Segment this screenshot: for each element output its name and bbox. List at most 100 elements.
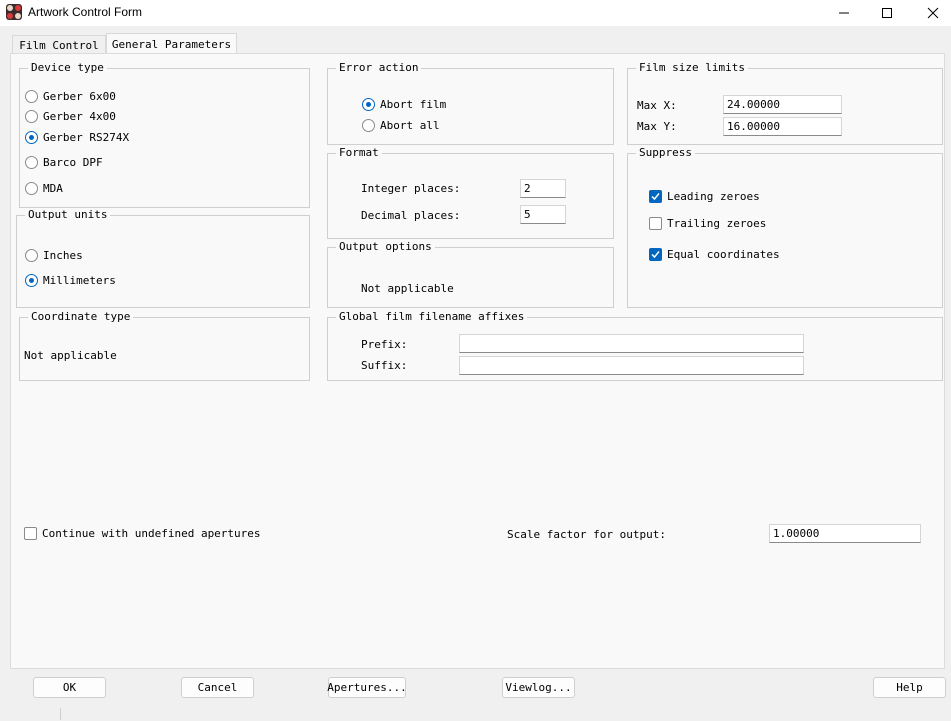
radio-label: Abort film	[380, 98, 447, 111]
button-label: Help	[896, 681, 923, 694]
group-label: Format	[336, 146, 382, 159]
radio-button[interactable]	[25, 90, 38, 103]
max-y-label: Max Y:	[637, 120, 677, 133]
output-options-group: Output options Not applicable	[327, 240, 614, 308]
button-label: Apertures...	[327, 681, 407, 694]
radio-button[interactable]	[25, 182, 38, 195]
minimize-button[interactable]	[821, 0, 867, 26]
group-label: Global film filename affixes	[336, 310, 528, 323]
output-units-group: Output units Inches Millimeters	[16, 208, 310, 308]
tab-film-control[interactable]: Film Control	[12, 35, 106, 55]
film-size-limits-group: Film size limits Max X: 24.00000 Max Y: …	[627, 61, 943, 145]
title-bar: Artwork Control Form	[0, 0, 951, 26]
button-label: Cancel	[197, 681, 238, 694]
prefix-input[interactable]	[459, 334, 804, 353]
radio-gerber-4x00[interactable]: Gerber 4x00	[25, 110, 116, 123]
radio-label: Gerber 6x00	[43, 90, 116, 103]
checkbox[interactable]	[649, 217, 662, 230]
maximize-button[interactable]	[864, 0, 910, 26]
radio-inches[interactable]: Inches	[25, 249, 83, 262]
radio-barco-dpf[interactable]: Barco DPF	[25, 156, 103, 169]
radio-button[interactable]	[25, 110, 38, 123]
prefix-label: Prefix:	[361, 338, 408, 351]
device-type-group: Device type Gerber 6x00 Gerber 4x00 Gerb…	[19, 61, 310, 208]
coordinate-type-value: Not applicable	[24, 349, 117, 362]
checkbox-label: Equal coordinates	[667, 248, 780, 261]
radio-label: MDA	[43, 182, 63, 195]
group-label: Film size limits	[636, 61, 748, 74]
coordinate-type-group: Coordinate type Not applicable	[19, 310, 310, 381]
minimize-icon	[839, 12, 849, 14]
button-label: Viewlog...	[505, 681, 572, 694]
checkbox-label: Trailing zeroes	[667, 217, 767, 230]
scale-factor-label: Scale factor for output:	[507, 528, 666, 541]
button-label: OK	[62, 681, 77, 694]
format-group: Format Integer places: 2 Decimal places:…	[327, 146, 614, 239]
close-button[interactable]	[910, 0, 951, 26]
tab-label: General Parameters	[111, 38, 232, 51]
radio-gerber-6x00[interactable]: Gerber 6x00	[25, 90, 116, 103]
window-title: Artwork Control Form	[28, 5, 143, 19]
group-label: Coordinate type	[28, 310, 134, 323]
checkmark-icon	[651, 251, 660, 259]
radio-button[interactable]	[25, 156, 38, 169]
suffix-input[interactable]	[459, 356, 804, 375]
radio-label: Gerber RS274X	[43, 131, 130, 144]
close-icon	[927, 7, 939, 19]
radio-abort-all[interactable]: Abort all	[362, 119, 440, 132]
radio-mda[interactable]: MDA	[25, 182, 63, 195]
group-label: Error action	[336, 61, 422, 74]
group-label: Suppress	[636, 146, 695, 159]
continue-undefined-apertures-option[interactable]: Continue with undefined apertures	[24, 527, 261, 540]
radio-button[interactable]	[362, 119, 375, 132]
checkbox-checked[interactable]	[649, 190, 662, 203]
checkbox[interactable]	[24, 527, 37, 540]
radio-button[interactable]	[25, 249, 38, 262]
checkbox-label: Leading zeroes	[667, 190, 760, 203]
radio-label: Abort all	[380, 119, 440, 132]
radio-label: Inches	[43, 249, 83, 262]
max-x-input[interactable]: 24.00000	[723, 95, 842, 114]
decimal-places-label: Decimal places:	[361, 209, 461, 222]
app-logo-icon	[6, 4, 22, 20]
scale-factor-input[interactable]: 1.00000	[769, 524, 921, 543]
radio-abort-film[interactable]: Abort film	[362, 98, 446, 111]
output-options-value: Not applicable	[361, 282, 454, 295]
radio-label: Millimeters	[43, 274, 116, 287]
trailing-zeroes-option[interactable]: Trailing zeroes	[649, 217, 766, 230]
equal-coordinates-option[interactable]: Equal coordinates	[649, 248, 780, 261]
status-bar-divider	[60, 708, 61, 720]
viewlog-button[interactable]: Viewlog...	[502, 677, 575, 698]
group-label: Output units	[25, 208, 111, 221]
radio-label: Barco DPF	[43, 156, 103, 169]
tab-content-panel: Device type Gerber 6x00 Gerber 4x00 Gerb…	[10, 53, 945, 669]
help-button[interactable]: Help	[873, 677, 946, 698]
radio-millimeters[interactable]: Millimeters	[25, 274, 116, 287]
group-label: Output options	[336, 240, 435, 253]
checkmark-icon	[651, 193, 660, 201]
radio-button-selected[interactable]	[25, 131, 38, 144]
radio-button-selected[interactable]	[362, 98, 375, 111]
maximize-icon	[882, 8, 892, 18]
ok-button[interactable]: OK	[33, 677, 106, 698]
radio-gerber-rs274x[interactable]: Gerber RS274X	[25, 131, 129, 144]
decimal-places-input[interactable]: 5	[520, 205, 566, 224]
error-action-group: Error action Abort film Abort all	[327, 61, 614, 145]
apertures-button[interactable]: Apertures...	[327, 677, 407, 698]
radio-button-selected[interactable]	[25, 274, 38, 287]
group-label: Device type	[28, 61, 107, 74]
max-x-label: Max X:	[637, 99, 677, 112]
tab-label: Film Control	[19, 39, 99, 52]
suppress-group: Suppress Leading zeroes Trailing zeroes …	[627, 146, 943, 308]
max-y-input[interactable]: 16.00000	[723, 117, 842, 136]
filename-affixes-group: Global film filename affixes Prefix: Suf…	[327, 310, 943, 381]
checkbox-checked[interactable]	[649, 248, 662, 261]
suffix-label: Suffix:	[361, 359, 408, 372]
checkbox-label: Continue with undefined apertures	[42, 527, 261, 540]
integer-places-label: Integer places:	[361, 182, 461, 195]
radio-label: Gerber 4x00	[43, 110, 116, 123]
integer-places-input[interactable]: 2	[520, 179, 566, 198]
cancel-button[interactable]: Cancel	[181, 677, 254, 698]
tab-general-parameters[interactable]: General Parameters	[106, 33, 237, 55]
leading-zeroes-option[interactable]: Leading zeroes	[649, 190, 760, 203]
